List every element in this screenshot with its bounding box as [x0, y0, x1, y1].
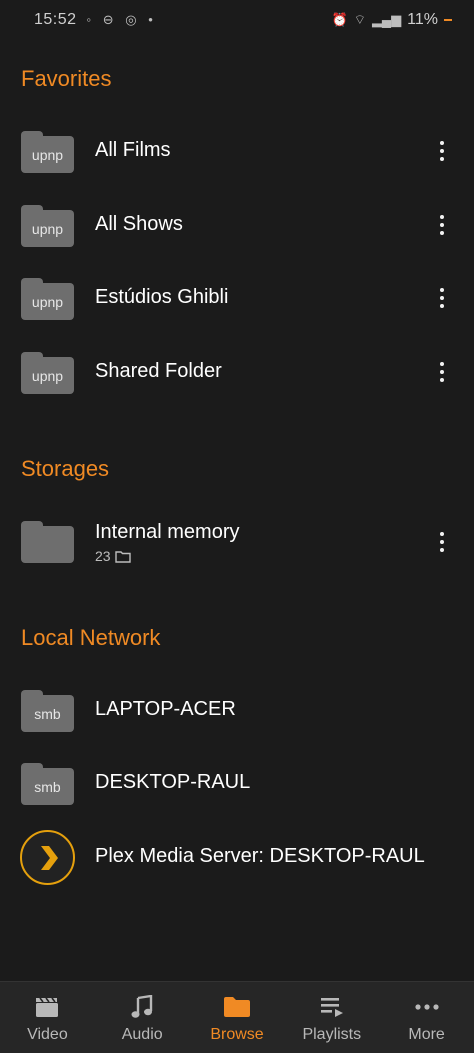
- plex-logo-icon: [20, 830, 75, 885]
- wifi-icon: ⌔: [353, 12, 366, 27]
- folder-icon: upnp: [21, 278, 74, 320]
- item-subtitle: 23: [95, 548, 131, 564]
- folder-icon: upnp: [21, 131, 74, 173]
- nav-label: Audio: [121, 1026, 163, 1043]
- nav-more[interactable]: More: [379, 982, 474, 1053]
- nav-audio[interactable]: Audio: [95, 982, 190, 1053]
- nav-browse[interactable]: Browse: [190, 982, 285, 1053]
- folder-badge: [21, 526, 74, 563]
- folder-count: 23: [95, 548, 111, 564]
- folder-icon: upnp: [21, 205, 74, 247]
- storages-title: Storages: [21, 456, 110, 481]
- network-item-plex-media-server[interactable]: Plex Media Server: DESKTOP-RAUL: [0, 822, 474, 892]
- folder-icon: [223, 994, 251, 1020]
- plex-chevron-icon: [40, 845, 58, 870]
- signal-icon: ▂▄▆: [371, 12, 402, 27]
- status-bar: 15:52 ◦ ⊖ ◎ • ⏰ ⌔ ▂▄▆ 11%: [0, 0, 474, 40]
- item-label: LAPTOP-ACER: [95, 698, 236, 720]
- item-label: All Shows: [95, 213, 183, 235]
- more-dots-icon: [414, 994, 439, 1020]
- favorites-title: Favorites: [21, 66, 112, 91]
- item-label: Estúdios Ghibli: [95, 286, 229, 308]
- battery-level: 11%: [407, 11, 438, 28]
- vlc-browse-screen: 15:52 ◦ ⊖ ◎ • ⏰ ⌔ ▂▄▆ 11% Favorites upnp…: [0, 0, 474, 1053]
- folder-icon: upnp: [21, 352, 74, 394]
- item-label: All Films: [95, 139, 171, 161]
- item-label: Plex Media Server: DESKTOP-RAUL: [95, 845, 425, 867]
- favorite-item-all-shows[interactable]: upnp All Shows: [0, 190, 474, 260]
- nav-label: Browse: [210, 1026, 264, 1043]
- more-options-icon[interactable]: [432, 283, 452, 313]
- notification-icons: ◦ ⊖ ◎ •: [86, 12, 157, 27]
- music-note-icon: [131, 994, 153, 1020]
- network-item-laptop-acer[interactable]: smb LAPTOP-ACER: [0, 675, 474, 745]
- nav-label: Video: [27, 1026, 68, 1043]
- folder-badge: upnp: [21, 283, 74, 320]
- nav-playlists[interactable]: Playlists: [284, 982, 379, 1053]
- storage-item-internal-memory[interactable]: Internal memory 23: [0, 505, 474, 579]
- favorite-item-all-films[interactable]: upnp All Films: [0, 116, 474, 186]
- folder-icon: [21, 521, 74, 563]
- folder-badge: upnp: [21, 357, 74, 394]
- network-item-desktop-raul[interactable]: smb DESKTOP-RAUL: [0, 748, 474, 818]
- folder-icon: smb: [21, 763, 74, 805]
- folder-badge: upnp: [21, 210, 74, 247]
- local-network-title: Local Network: [21, 625, 161, 650]
- item-label: DESKTOP-RAUL: [95, 771, 251, 793]
- nav-label: Playlists: [302, 1026, 362, 1043]
- small-folder-icon: [114, 550, 131, 563]
- nav-video[interactable]: Video: [0, 982, 95, 1053]
- favorite-item-estudios-ghibli[interactable]: upnp Estúdios Ghibli: [0, 263, 474, 333]
- folder-icon: smb: [21, 690, 74, 732]
- folder-badge: smb: [21, 695, 74, 732]
- more-options-icon[interactable]: [432, 357, 452, 387]
- more-options-icon[interactable]: [432, 527, 452, 557]
- folder-badge: smb: [21, 768, 74, 805]
- alarm-icon: ⏰: [331, 12, 348, 27]
- nav-label: More: [408, 1026, 445, 1043]
- playlist-icon: [320, 994, 344, 1020]
- more-options-icon[interactable]: [432, 210, 452, 240]
- item-label: Internal memory: [95, 521, 240, 543]
- battery-icon: [444, 19, 452, 21]
- status-time: 15:52: [34, 11, 77, 28]
- favorite-item-shared-folder[interactable]: upnp Shared Folder: [0, 337, 474, 407]
- bottom-navigation: Video Audio Browse Playlists More: [0, 981, 474, 1053]
- item-label: Shared Folder: [95, 360, 222, 382]
- clapperboard-icon: [35, 994, 59, 1020]
- folder-badge: upnp: [21, 136, 74, 173]
- status-right: ⏰ ⌔ ▂▄▆ 11%: [332, 11, 452, 29]
- more-options-icon[interactable]: [432, 136, 452, 166]
